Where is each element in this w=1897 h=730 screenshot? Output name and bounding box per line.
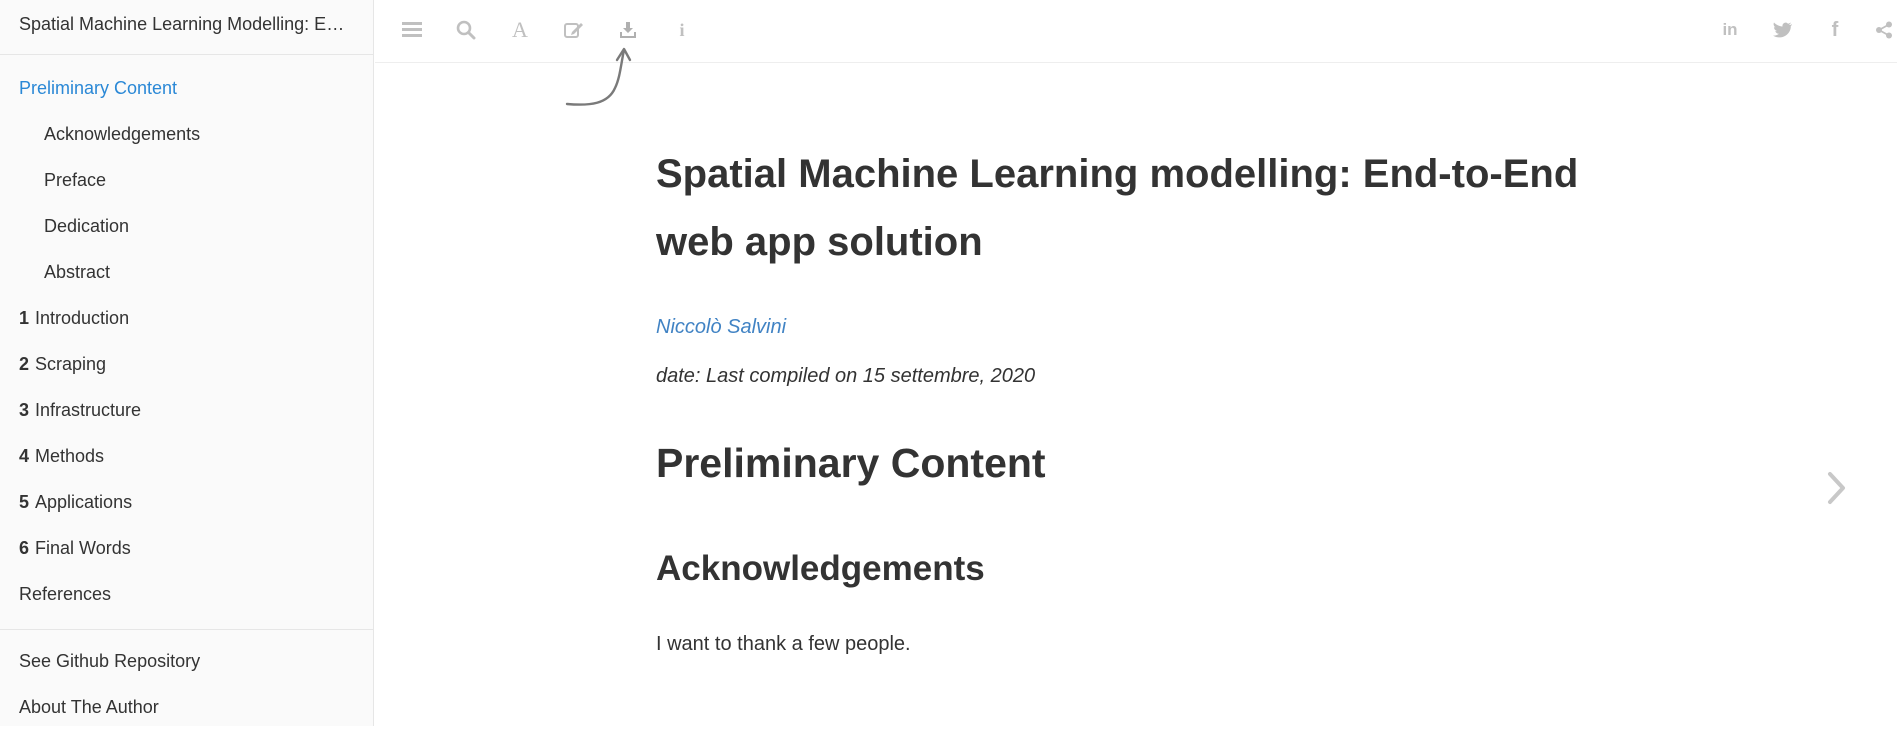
- toc-item-preface[interactable]: Preface: [0, 157, 373, 203]
- twitter-icon[interactable]: [1769, 16, 1797, 44]
- subsection-heading: Acknowledgements: [656, 549, 985, 588]
- toc-item-label: Infrastructure: [35, 400, 142, 420]
- facebook-icon[interactable]: f: [1821, 16, 1849, 44]
- toc-item-number: 4: [19, 446, 30, 466]
- table-of-contents: Preliminary Content Acknowledgements Pre…: [0, 55, 373, 617]
- toc-item-number: 6: [19, 538, 30, 558]
- toc-item-introduction[interactable]: 1 Introduction: [0, 295, 373, 341]
- toc-item-abstract[interactable]: Abstract: [0, 249, 373, 295]
- toc-item-number: 5: [19, 492, 30, 512]
- sidebar: Spatial Machine Learning Modelling: End-…: [0, 0, 374, 726]
- compile-date: date: Last compiled on 15 settembre, 202…: [656, 365, 1036, 387]
- toc-item-label: Dedication: [44, 216, 130, 236]
- toc-item-label: Preliminary Content: [19, 78, 178, 98]
- toc-item-number: 2: [19, 354, 30, 374]
- github-repository-link[interactable]: See Github Repository: [0, 638, 373, 684]
- toc-item-scraping[interactable]: 2 Scraping: [0, 341, 373, 387]
- share-icon[interactable]: [1870, 16, 1897, 44]
- toc-item-acknowledgements[interactable]: Acknowledgements: [0, 111, 373, 157]
- toc-item-methods[interactable]: 4 Methods: [0, 433, 373, 479]
- toc-item-infrastructure[interactable]: 3 Infrastructure: [0, 387, 373, 433]
- toc-item-label: Scraping: [35, 354, 107, 374]
- book-title[interactable]: Spatial Machine Learning Modelling: End-…: [0, 0, 373, 55]
- edit-icon[interactable]: [560, 16, 588, 44]
- annotation-arrow-icon: [565, 47, 632, 106]
- toc-item-label: Methods: [35, 446, 105, 466]
- sidebar-links: See Github Repository About The Author: [0, 630, 373, 730]
- toc-item-number: 3: [19, 400, 30, 420]
- toggle-sidebar-icon[interactable]: [398, 16, 426, 44]
- about-author-link[interactable]: About The Author: [0, 684, 373, 730]
- toc-item-label: Preface: [44, 170, 107, 190]
- toc-item-label: Introduction: [35, 308, 130, 328]
- toc-item-label: Acknowledgements: [44, 124, 201, 144]
- toc-item-dedication[interactable]: Dedication: [0, 203, 373, 249]
- body-paragraph: I want to thank a few people.: [656, 633, 911, 655]
- toc-item-label: Applications: [35, 492, 133, 512]
- section-heading: Preliminary Content: [656, 440, 1046, 486]
- toc-item-label: References: [19, 584, 112, 604]
- toc-item-number: 1: [19, 308, 30, 328]
- font-settings-icon[interactable]: A: [506, 16, 534, 44]
- linkedin-icon[interactable]: in: [1716, 16, 1744, 44]
- toc-item-final-words[interactable]: 6 Final Words: [0, 525, 373, 571]
- author-link[interactable]: Niccolò Salvini: [656, 316, 1656, 339]
- book-main-title: Spatial Machine Learning modelling: End-…: [656, 152, 1579, 264]
- search-icon[interactable]: [452, 16, 480, 44]
- next-page-chevron-icon[interactable]: [1826, 470, 1848, 506]
- main-content: Spatial Machine Learning modelling: End-…: [656, 140, 1656, 656]
- toc-item-preliminary-content[interactable]: Preliminary Content: [0, 65, 373, 111]
- toc-item-references[interactable]: References: [0, 571, 373, 617]
- download-icon[interactable]: [614, 16, 642, 44]
- toc-item-label: Abstract: [44, 262, 111, 282]
- info-icon[interactable]: i: [668, 16, 696, 44]
- toc-item-applications[interactable]: 5 Applications: [0, 479, 373, 525]
- toc-item-label: Final Words: [35, 538, 131, 558]
